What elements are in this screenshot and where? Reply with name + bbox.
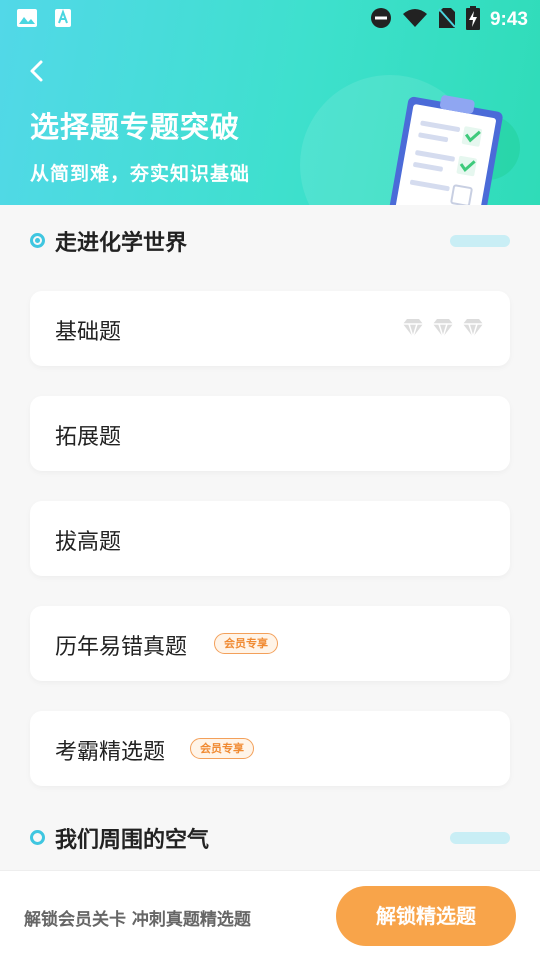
question-card-selected[interactable]: 考霸精选题 会员专享 bbox=[30, 711, 510, 786]
header: 9:43 选择题专题突破 从简到难，夯实知识基础 bbox=[0, 0, 540, 205]
section-ring-icon bbox=[30, 830, 45, 845]
question-card-extend[interactable]: 拓展题 bbox=[30, 396, 510, 471]
do-not-disturb-icon bbox=[370, 7, 392, 33]
page-title: 选择题专题突破 bbox=[30, 110, 241, 144]
section-header: 我们周围的空气 bbox=[0, 809, 540, 865]
section-title: 我们周围的空气 bbox=[55, 828, 210, 853]
content-scroll[interactable]: 走进化学世界 基础题 拓展题 拔高题 历年易错真题 会员专享 考霸精选题 会员专… bbox=[0, 204, 540, 870]
member-badge: 会员专享 bbox=[190, 738, 254, 759]
bottom-bar: 解锁会员关卡 冲刺真题精选题 解锁精选题 bbox=[0, 870, 540, 960]
no-sim-icon bbox=[438, 7, 456, 33]
card-label: 拔高题 bbox=[55, 530, 122, 555]
diamond-icon bbox=[461, 318, 485, 342]
section-title: 走进化学世界 bbox=[55, 231, 188, 256]
battery-charging-icon bbox=[465, 6, 480, 34]
section-pill bbox=[450, 235, 510, 247]
back-button[interactable] bbox=[22, 56, 52, 86]
question-card-past-errors[interactable]: 历年易错真题 会员专享 bbox=[30, 606, 510, 681]
section-header: 走进化学世界 bbox=[0, 212, 540, 268]
difficulty-gems bbox=[401, 318, 485, 342]
section-ring-icon bbox=[30, 233, 45, 248]
question-card-advanced[interactable]: 拔高题 bbox=[30, 501, 510, 576]
diamond-icon bbox=[431, 318, 455, 342]
section-pill bbox=[450, 832, 510, 844]
image-icon bbox=[16, 8, 38, 32]
status-bar: 9:43 bbox=[0, 0, 540, 36]
unlock-promo-text: 解锁会员关卡 冲刺真题精选题 bbox=[24, 910, 251, 930]
wifi-icon bbox=[402, 8, 428, 32]
unlock-button[interactable]: 解锁精选题 bbox=[336, 886, 516, 946]
page-subtitle: 从简到难，夯实知识基础 bbox=[30, 163, 251, 185]
diamond-icon bbox=[401, 318, 425, 342]
question-card-basic[interactable]: 基础题 bbox=[30, 291, 510, 366]
chevron-left-icon bbox=[22, 60, 52, 90]
clipboard-illustration-icon bbox=[368, 92, 508, 205]
status-time: 9:43 bbox=[489, 9, 528, 30]
card-label: 拓展题 bbox=[55, 425, 122, 450]
a-font-icon bbox=[54, 8, 72, 32]
member-badge: 会员专享 bbox=[214, 633, 278, 654]
card-label: 考霸精选题 bbox=[55, 740, 166, 765]
card-label: 基础题 bbox=[55, 320, 122, 345]
card-label: 历年易错真题 bbox=[55, 635, 188, 660]
